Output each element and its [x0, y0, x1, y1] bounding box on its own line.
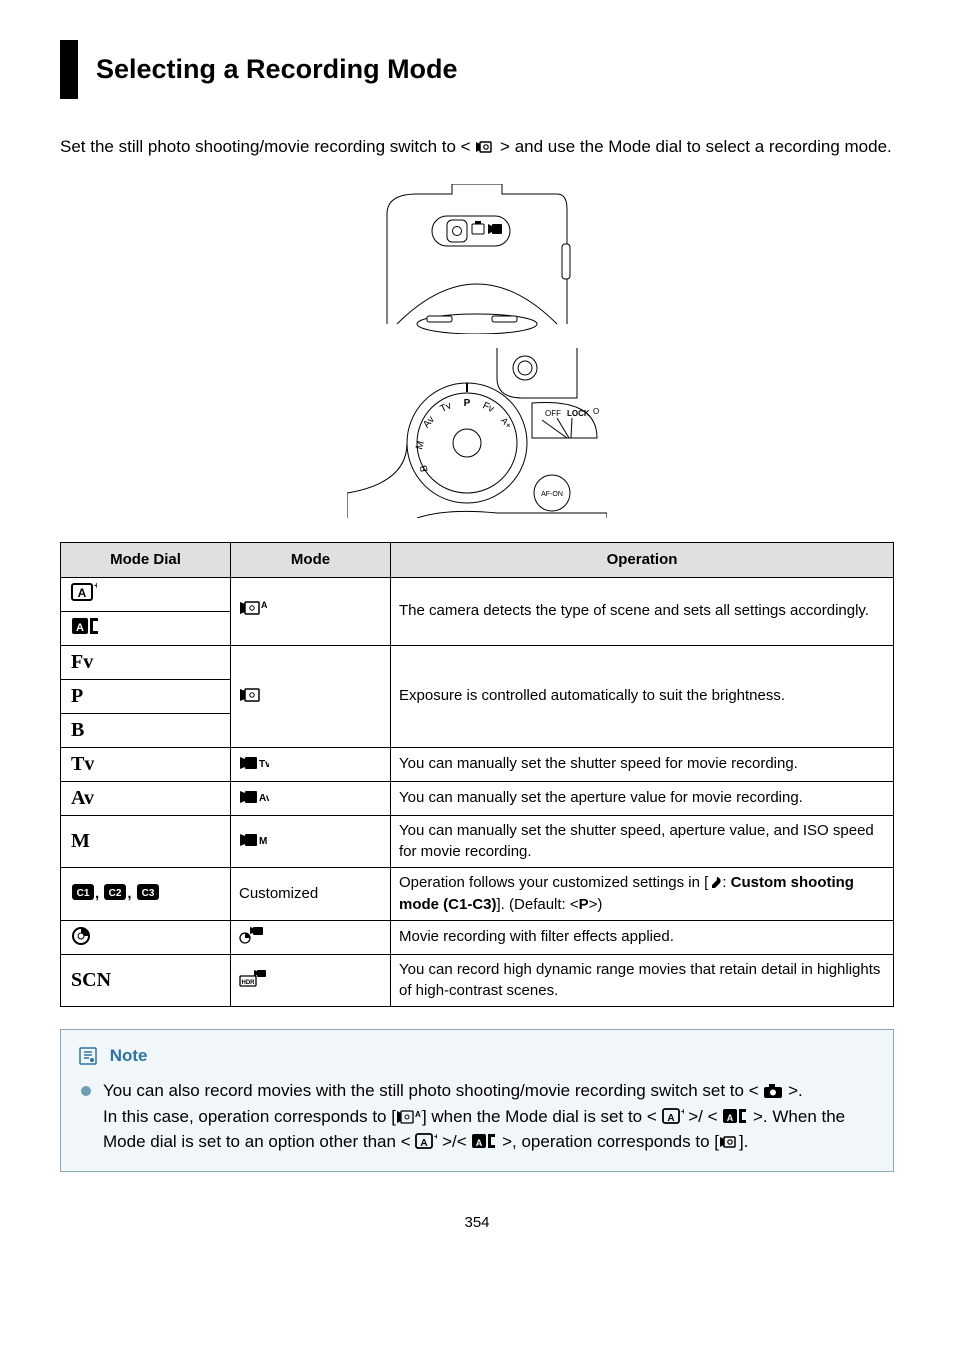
svg-text:C2: C2	[109, 888, 122, 899]
movie-aplus-icon: A+	[396, 1109, 422, 1125]
table-row: A+ A+ The camera detects the type of sce…	[61, 577, 894, 611]
dial-av: Av	[61, 781, 231, 815]
intro-paragraph: Set the still photo shooting/movie recor…	[60, 135, 894, 160]
note-text: >/<	[437, 1132, 471, 1151]
svg-text:LOCK: LOCK	[567, 409, 590, 418]
movie-camera-icon	[719, 1134, 739, 1150]
note-bullet: You can also record movies with the stil…	[79, 1079, 875, 1104]
note-text: >, operation corresponds to [	[497, 1132, 719, 1151]
dial-abracket-icon: A	[61, 611, 231, 645]
table-row: Fv Exposure is controlled automatically …	[61, 645, 894, 679]
col-header-operation: Operation	[391, 542, 894, 577]
dial-aplus-icon: A+	[61, 577, 231, 611]
dial-c1c2c3-icon: C1, C2, C3	[61, 868, 231, 921]
svg-text:A: A	[76, 622, 84, 634]
table-row: Tv Tv You can manually set the shutter s…	[61, 747, 894, 781]
dial-b: B	[61, 713, 231, 747]
svg-text:Tv: Tv	[259, 759, 269, 770]
table-row: Av Av You can manually set the aperture …	[61, 781, 894, 815]
note-label: Note	[110, 1046, 148, 1065]
note-text: ] when the Mode dial is set to <	[422, 1107, 662, 1126]
svg-text:C3: C3	[141, 888, 154, 899]
op-filter: Movie recording with filter effects appl…	[391, 920, 894, 954]
op-av: You can manually set the aperture value …	[391, 781, 894, 815]
svg-text:HDR: HDR	[242, 980, 256, 986]
mode-hdr-movie-icon: HDR	[231, 954, 391, 1007]
mode-filter-movie-icon	[231, 920, 391, 954]
note-text: ].	[739, 1132, 748, 1151]
dial-p: P	[61, 679, 231, 713]
note-heading: Note	[79, 1044, 875, 1069]
op-custom: Operation follows your customized settin…	[391, 868, 894, 921]
mode-dial-illustration: OFF LOCK O P Tv Av M B Fv A+ AF-ON	[347, 348, 607, 518]
svg-text:AF-ON: AF-ON	[541, 491, 563, 498]
svg-text:A: A	[667, 1113, 674, 1124]
table-row: C1, C2, C3 Customized Operation follows …	[61, 868, 894, 921]
dial-tv: Tv	[61, 747, 231, 781]
dial-scn: SCN	[61, 954, 231, 1007]
col-header-mode: Mode	[231, 542, 391, 577]
note-text: You can also record movies with the stil…	[103, 1081, 763, 1100]
svg-text:M: M	[259, 836, 267, 847]
mode-movie-aplus-icon: A+	[231, 577, 391, 645]
still-camera-icon	[763, 1083, 783, 1099]
page-title-block: Selecting a Recording Mode	[60, 40, 894, 99]
table-row: SCN HDR You can record high dynamic rang…	[61, 954, 894, 1007]
svg-text:C1: C1	[77, 888, 90, 899]
note-body: You can also record movies with the stil…	[79, 1079, 875, 1155]
table-row: Movie recording with filter effects appl…	[61, 920, 894, 954]
note-box: Note You can also record movies with the…	[60, 1029, 894, 1172]
mode-movie-generic-icon	[231, 645, 391, 747]
dial-fv: Fv	[61, 645, 231, 679]
table-row: M M You can manually set the shutter spe…	[61, 815, 894, 868]
aplus-box-icon: A+	[662, 1107, 684, 1125]
svg-text:+: +	[94, 581, 97, 592]
dial-m: M	[61, 815, 231, 868]
mode-customized: Customized	[231, 868, 391, 921]
svg-text:A: A	[421, 1138, 428, 1149]
note-icon	[79, 1047, 97, 1065]
note-text: >/ <	[684, 1107, 723, 1126]
op-scn: You can record high dynamic range movies…	[391, 954, 894, 1007]
page-number: 354	[60, 1212, 894, 1234]
mode-movie-tv-icon: Tv	[231, 747, 391, 781]
intro-text-post: > and use the Mode dial to select a reco…	[500, 137, 892, 156]
note-continuation: In this case, operation corresponds to […	[103, 1105, 875, 1154]
svg-text:A: A	[476, 1138, 483, 1148]
op-auto-exposure: Exposure is controlled automatically to …	[391, 645, 894, 747]
note-text: >.	[788, 1081, 803, 1100]
note-text: In this case, operation corresponds to [	[103, 1107, 396, 1126]
abracket-icon: A	[722, 1107, 748, 1125]
illustration-block: OFF LOCK O P Tv Av M B Fv A+ AF-ON	[60, 184, 894, 518]
op-tv: You can manually set the shutter speed f…	[391, 747, 894, 781]
abracket-icon: A	[471, 1132, 497, 1150]
page-title: Selecting a Recording Mode	[96, 50, 894, 89]
mode-movie-av-icon: Av	[231, 781, 391, 815]
op-auto-scene: The camera detects the type of scene and…	[391, 577, 894, 645]
movie-camera-icon	[475, 139, 495, 155]
mode-movie-m-icon: M	[231, 815, 391, 868]
intro-text-pre: Set the still photo shooting/movie recor…	[60, 137, 475, 156]
op-m: You can manually set the shutter speed, …	[391, 815, 894, 868]
camera-switch-illustration	[372, 184, 582, 334]
aplus-box-icon: A+	[415, 1132, 437, 1150]
col-header-dial: Mode Dial	[61, 542, 231, 577]
wrench-icon	[708, 876, 722, 890]
mode-table: Mode Dial Mode Operation A+ A+ The camer…	[60, 542, 894, 1007]
svg-text:P: P	[464, 398, 471, 409]
svg-text:OFF: OFF	[545, 409, 561, 418]
svg-text:A: A	[727, 1113, 734, 1123]
dial-filter-icon	[61, 920, 231, 954]
svg-text:Av: Av	[259, 793, 269, 804]
svg-text:O: O	[593, 407, 599, 416]
svg-text:A: A	[78, 586, 87, 600]
